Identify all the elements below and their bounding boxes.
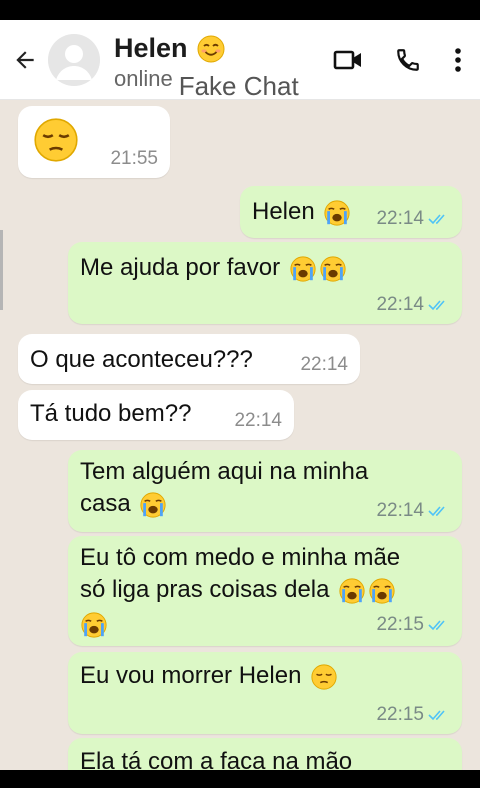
message-text: O que aconteceu???: [30, 346, 253, 373]
message-outgoing[interactable]: Eu vou morrer Helen 22:15: [68, 652, 462, 734]
loudly-crying-face-icon: [140, 492, 166, 518]
message-time: 22:15: [376, 614, 424, 635]
message-outgoing[interactable]: Me ajuda por favor 22:14: [68, 242, 462, 324]
double-check-read-icon: [428, 300, 445, 311]
loudly-crying-face-icon: [369, 578, 395, 604]
status-bar: [0, 0, 480, 20]
phone-icon: [397, 49, 419, 71]
arrow-left-icon: [16, 50, 34, 69]
contact-name: Helen: [114, 33, 188, 63]
message-text: Me ajuda por favor: [80, 254, 281, 281]
video-camera-icon: [333, 50, 361, 70]
smiling-face-icon: [197, 35, 225, 62]
double-check-read-icon: [428, 620, 445, 631]
message-time: 22:14: [234, 410, 282, 431]
scroll-indicator: [0, 230, 3, 310]
message-text: Tem alguém aqui na minha: [80, 458, 369, 485]
double-check-read-icon: [428, 214, 445, 225]
chat-header: Helen online Fake Chat: [0, 20, 480, 101]
chat-area[interactable]: 21:55 Helen 22:14 Me ajuda por favor 22:…: [0, 100, 480, 770]
pensive-face-icon: [34, 118, 78, 162]
message-text-line2: só liga pras coisas dela: [80, 576, 330, 603]
message-time: 22:15: [376, 704, 424, 725]
loudly-crying-face-icon: [324, 200, 350, 226]
message-outgoing[interactable]: Helen 22:14: [240, 186, 462, 238]
loudly-crying-face-icon: [320, 256, 346, 282]
video-call-button[interactable]: [326, 38, 370, 82]
message-text: Eu vou morrer Helen: [80, 662, 302, 689]
watermark-text: Fake Chat: [178, 71, 299, 101]
message-text: Ela tá com a faca na mão: [80, 748, 353, 770]
pensive-face-icon: [311, 664, 337, 690]
message-outgoing[interactable]: Ela tá com a faca na mão: [68, 738, 462, 770]
message-incoming[interactable]: Tá tudo bem?? 22:14: [18, 390, 294, 440]
message-incoming[interactable]: 21:55: [18, 106, 170, 178]
message-outgoing[interactable]: Tem alguém aqui na minha casa 22:14: [68, 450, 462, 532]
voice-call-button[interactable]: [386, 38, 430, 82]
message-time: 22:14: [376, 294, 424, 315]
loudly-crying-face-icon: [290, 256, 316, 282]
double-check-read-icon: [428, 506, 445, 517]
message-time: 21:55: [110, 148, 158, 169]
message-time: 22:14: [376, 208, 424, 229]
loudly-crying-face-icon: [81, 612, 107, 638]
contact-info[interactable]: Helen online Fake Chat: [114, 20, 299, 101]
message-text: Tá tudo bem??: [30, 400, 192, 427]
presence-status: online: [114, 66, 173, 91]
message-outgoing[interactable]: Eu tô com medo e minha mãe só liga pras …: [68, 536, 462, 646]
back-button[interactable]: [4, 39, 46, 81]
message-time: 22:14: [300, 354, 348, 375]
message-time: 22:14: [376, 500, 424, 521]
message-text-line2: casa: [80, 490, 131, 517]
default-avatar-icon: [48, 33, 100, 86]
loudly-crying-face-icon: [339, 578, 365, 604]
avatar[interactable]: [48, 33, 100, 86]
navigation-bar: [0, 770, 480, 788]
more-vertical-icon: [455, 48, 461, 72]
message-text: Eu tô com medo e minha mãe: [80, 544, 401, 571]
header-actions: [310, 20, 480, 100]
message-incoming[interactable]: O que aconteceu??? 22:14: [18, 334, 360, 384]
double-check-read-icon: [428, 710, 445, 721]
message-text: Helen: [252, 198, 315, 225]
more-options-button[interactable]: [444, 38, 472, 82]
